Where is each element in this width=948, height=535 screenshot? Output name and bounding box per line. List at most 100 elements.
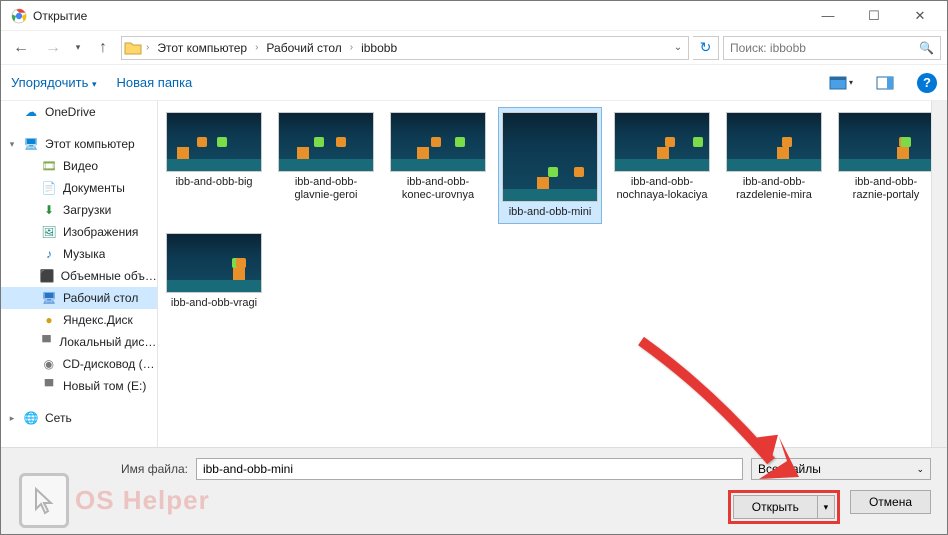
tree-item[interactable]: ▾ 🖥 Этот компьютер: [1, 133, 157, 155]
breadcrumb-segment[interactable]: Этот компьютер: [153, 41, 251, 55]
file-item[interactable]: ibb-and-obb-nochnaya-lokaciya: [610, 107, 714, 224]
tree-item-icon: 🖼: [41, 224, 57, 240]
tree-item[interactable]: 🎞 Видео: [1, 155, 157, 177]
file-item[interactable]: ibb-and-obb-vragi: [162, 228, 266, 315]
toolbar: Упорядочить ▾ Новая папка ▾ ?: [1, 65, 947, 101]
filename-input[interactable]: [196, 458, 743, 480]
chrome-icon: [11, 8, 27, 24]
tree-item-label: Сеть: [45, 411, 72, 425]
tree-item[interactable]: ▀Локальный диск (C:): [1, 331, 157, 353]
title-bar: Открытие — ☐ ✕: [1, 1, 947, 31]
breadcrumb-segment[interactable]: ibbobb: [357, 41, 401, 55]
file-item[interactable]: ibb-and-obb-glavnie-geroi: [274, 107, 378, 224]
file-thumbnail: [278, 112, 374, 172]
tree-item[interactable]: 📄Документы: [1, 177, 157, 199]
new-folder-button[interactable]: Новая папка: [117, 75, 193, 90]
tree-item-icon: ●: [41, 312, 57, 328]
tree-item-icon: 🌐: [23, 410, 39, 426]
view-options-button[interactable]: ▾: [829, 71, 853, 95]
file-label: ibb-and-obb-big: [175, 176, 252, 189]
tree-item-label: Изображения: [63, 225, 138, 239]
tree-item[interactable]: ◉ CD-дисковод (D:): [1, 353, 157, 375]
tree-item-label: Яндекс.Диск: [63, 313, 133, 327]
file-item[interactable]: ibb-and-obb-big: [162, 107, 266, 224]
organize-button[interactable]: Упорядочить ▾: [11, 75, 97, 90]
tree-item[interactable]: ☁OneDrive: [1, 101, 157, 123]
tree-item-label: Музыка: [63, 247, 105, 261]
tree-item-icon: ⬛: [40, 268, 55, 284]
tree-item-icon: 🎞: [41, 158, 57, 174]
tree-item[interactable]: ⬛ Объемные объекты: [1, 265, 157, 287]
file-thumbnail: [390, 112, 486, 172]
bottom-bar: Имя файла: Все файлы ⌄ Открыть ▾ Отмена …: [1, 447, 947, 534]
tree-item-label: Загрузки: [63, 203, 111, 217]
chevron-right-icon: ›: [253, 42, 260, 53]
back-button[interactable]: ←: [7, 36, 35, 60]
minimize-button[interactable]: —: [805, 1, 851, 31]
preview-pane-button[interactable]: [873, 71, 897, 95]
file-label: ibb-and-obb-mini: [509, 206, 592, 219]
forward-button[interactable]: →: [39, 36, 67, 60]
maximize-button[interactable]: ☐: [851, 1, 897, 31]
tree-item[interactable]: 🖥 Рабочий стол: [1, 287, 157, 309]
tree-item-label: Этот компьютер: [45, 137, 135, 151]
up-button[interactable]: ↑: [89, 36, 117, 60]
recent-locations-button[interactable]: ▾: [71, 42, 85, 53]
file-label: ibb-and-obb-konec-urovnya: [391, 176, 485, 202]
tree-item-icon: ▀: [40, 334, 54, 350]
chevron-down-icon: ⌄: [916, 464, 924, 475]
file-thumbnail: [166, 233, 262, 293]
tree-item-icon: ◉: [41, 356, 57, 372]
search-icon: 🔍: [919, 41, 934, 55]
file-grid[interactable]: ibb-and-obb-big ibb-and-obb-glavnie-geroi…: [158, 101, 947, 465]
scrollbar[interactable]: [931, 101, 947, 465]
cancel-button[interactable]: Отмена: [850, 490, 931, 514]
sidebar-tree[interactable]: ☁OneDrive ▾ 🖥 Этот компьютер 🎞 Видео 📄Документ…: [1, 101, 158, 465]
open-button-highlight: Открыть ▾: [728, 490, 840, 524]
tree-twisty-icon: ▾: [7, 139, 17, 150]
tree-item-label: Объемные объекты: [61, 269, 157, 283]
tree-item[interactable]: 🖼 Изображения: [1, 221, 157, 243]
file-label: ibb-and-obb-razdelenie-mira: [727, 176, 821, 202]
chevron-right-icon: ›: [348, 42, 355, 53]
filename-label: Имя файла:: [17, 462, 188, 476]
tree-item-label: CD-дисковод (D:): [63, 357, 157, 371]
path-dropdown-button[interactable]: ⌄: [670, 42, 686, 53]
file-item[interactable]: ibb-and-obb-raznie-portaly: [834, 107, 938, 224]
tree-item-label: OneDrive: [45, 105, 96, 119]
file-thumbnail: [166, 112, 262, 172]
tree-item-label: Рабочий стол: [63, 291, 138, 305]
main-area: ☁OneDrive ▾ 🖥 Этот компьютер 🎞 Видео 📄Документ…: [1, 101, 947, 465]
tree-item[interactable]: ▸ 🌐 Сеть: [1, 407, 157, 429]
tree-item[interactable]: ⬇ Загрузки: [1, 199, 157, 221]
tree-item-icon: 🖥: [41, 290, 57, 306]
tree-item-icon: 🖥: [23, 136, 39, 152]
breadcrumb-segment[interactable]: Рабочий стол: [262, 41, 345, 55]
file-type-filter[interactable]: Все файлы ⌄: [751, 458, 931, 480]
tree-item-icon: ⬇: [41, 202, 57, 218]
file-item[interactable]: ibb-and-obb-mini: [498, 107, 602, 224]
open-button[interactable]: Открыть: [733, 495, 817, 519]
search-input[interactable]: Поиск: ibbobb 🔍: [723, 36, 941, 60]
tree-item-icon: ▀: [41, 378, 57, 394]
file-thumbnail: [726, 112, 822, 172]
search-placeholder: Поиск: ibbobb: [730, 41, 806, 55]
tree-item[interactable]: ▀Новый том (E:): [1, 375, 157, 397]
file-item[interactable]: ibb-and-obb-razdelenie-mira: [722, 107, 826, 224]
help-button[interactable]: ?: [917, 73, 937, 93]
file-label: ibb-and-obb-raznie-portaly: [839, 176, 933, 202]
open-dropdown-button[interactable]: ▾: [817, 495, 835, 519]
file-thumbnail: [614, 112, 710, 172]
tree-item-label: Видео: [63, 159, 98, 173]
file-item[interactable]: ibb-and-obb-konec-urovnya: [386, 107, 490, 224]
file-label: ibb-and-obb-nochnaya-lokaciya: [615, 176, 709, 202]
breadcrumb[interactable]: › Этот компьютер › Рабочий стол › ibbobb…: [121, 36, 689, 60]
file-label: ibb-and-obb-glavnie-geroi: [279, 176, 373, 202]
folder-icon: [124, 39, 142, 57]
tree-item[interactable]: ● Яндекс.Диск: [1, 309, 157, 331]
tree-item[interactable]: ♪Музыка: [1, 243, 157, 265]
close-button[interactable]: ✕: [897, 1, 943, 31]
refresh-button[interactable]: ↻: [693, 36, 719, 60]
tree-twisty-icon: ▸: [7, 413, 17, 424]
tree-item-icon: 📄: [41, 180, 57, 196]
